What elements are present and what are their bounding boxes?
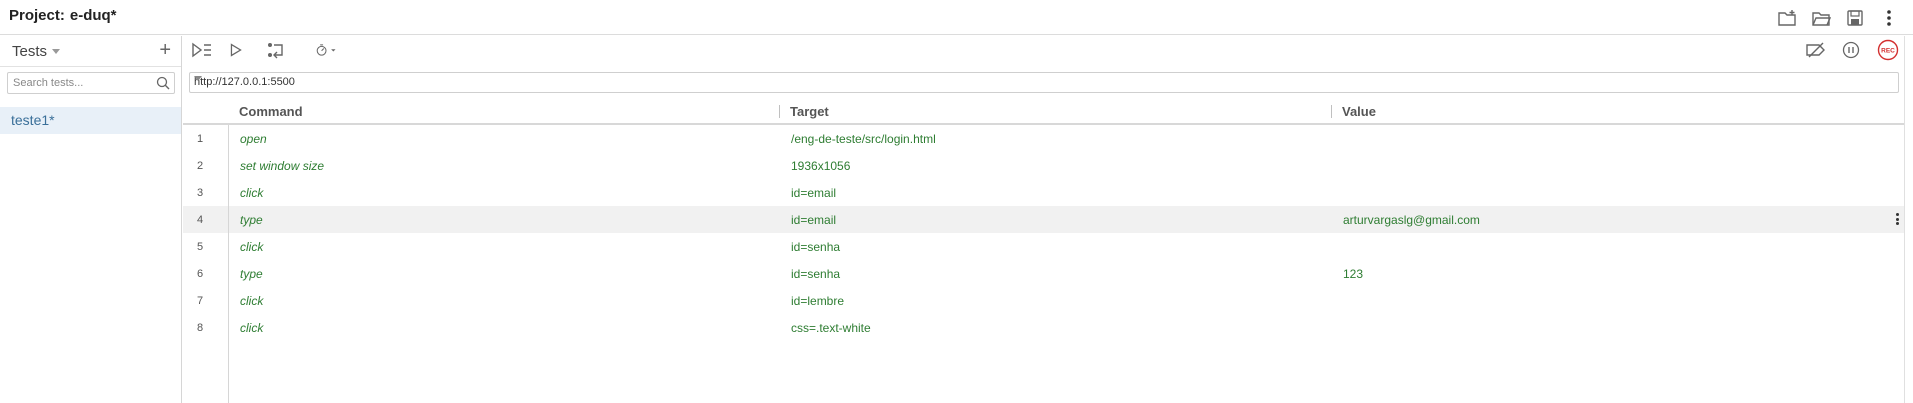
table-body: 1 open/eng-de-teste/src/login.html 2 set wi… (183, 125, 1905, 341)
save-icon[interactable] (1841, 5, 1869, 31)
command-cell[interactable]: open (240, 132, 267, 146)
speed-icon[interactable] (310, 39, 342, 61)
test-list-item[interactable]: teste1* (0, 107, 181, 134)
table-row[interactable]: 7 click id=lembre (183, 287, 1905, 314)
scrollbar[interactable] (1904, 36, 1913, 403)
row-number: 1 (197, 133, 204, 145)
step-icon[interactable] (266, 39, 288, 61)
target-cell[interactable]: 1936x1056 (791, 159, 850, 173)
disable-breakpoints-icon[interactable] (1804, 39, 1828, 61)
row-more-icon[interactable] (1893, 212, 1901, 227)
row-number: 4 (197, 214, 204, 226)
row-number: 8 (197, 322, 204, 334)
row-number: 3 (197, 187, 204, 199)
record-icon[interactable]: REC (1876, 39, 1900, 61)
column-header-target: Target (790, 104, 829, 119)
table-row[interactable]: 5 click id=senha (183, 233, 1905, 260)
command-cell[interactable]: type (240, 213, 263, 227)
column-header-value: Value (1342, 104, 1376, 119)
row-number: 6 (197, 268, 204, 280)
target-cell[interactable]: /eng-de-teste/src/login.html (791, 132, 936, 146)
commands-table: Command Target Value 1 open/eng-de-teste/… (183, 100, 1905, 341)
line-number-divider (228, 125, 229, 403)
table-row[interactable]: 1 open/eng-de-teste/src/login.html (183, 125, 1905, 152)
command-cell[interactable]: click (240, 240, 263, 254)
column-resize-handle[interactable] (1331, 105, 1332, 118)
more-vert-icon[interactable] (1875, 5, 1903, 31)
table-row[interactable]: 6 type id=senha 123 (183, 260, 1905, 287)
row-number: 7 (197, 295, 204, 307)
project-header: Project: e-duq* (0, 0, 1913, 35)
target-cell[interactable]: id=email (791, 213, 836, 227)
tests-sidebar: Tests + teste1* (0, 36, 182, 403)
table-row[interactable]: 8 click css=.text-white (183, 314, 1905, 341)
command-cell[interactable]: click (240, 321, 263, 335)
chevron-down-icon[interactable] (52, 49, 60, 54)
test-item-label: teste1* (11, 112, 55, 128)
command-cell[interactable]: set window size (240, 159, 324, 173)
target-cell[interactable]: css=.text-white (791, 321, 871, 335)
target-cell[interactable]: id=senha (791, 240, 840, 254)
run-all-icon[interactable] (190, 39, 214, 61)
command-cell[interactable]: type (240, 267, 263, 281)
search-tests-field[interactable] (7, 72, 175, 94)
base-url-value[interactable]: http://127.0.0.1:5500 (194, 76, 295, 88)
project-title: Project: e-duq* (9, 7, 117, 24)
pause-icon[interactable] (1840, 39, 1862, 61)
table-row[interactable]: 4 type id=email arturvargaslg@gmail.com (183, 206, 1905, 233)
column-resize-handle[interactable] (779, 105, 780, 118)
project-name[interactable]: e-duq* (70, 7, 117, 24)
table-row[interactable]: 3 click id=email (183, 179, 1905, 206)
value-cell[interactable]: 123 (1343, 267, 1363, 281)
search-icon[interactable] (155, 75, 171, 91)
open-folder-icon[interactable] (1807, 5, 1835, 31)
target-cell[interactable]: id=lembre (791, 294, 844, 308)
target-cell[interactable]: id=senha (791, 267, 840, 281)
project-label: Project: (9, 7, 65, 24)
chevron-down-icon[interactable] (194, 76, 202, 81)
base-url-field[interactable]: http://127.0.0.1:5500 (189, 72, 1899, 93)
command-cell[interactable]: click (240, 294, 263, 308)
tests-dropdown-label[interactable]: Tests (12, 43, 47, 60)
editor-panel: REC http://127.0.0.1:5500 Command Target… (183, 36, 1905, 403)
new-project-icon[interactable] (1773, 5, 1801, 31)
column-header-command: Command (239, 104, 303, 119)
run-current-icon[interactable] (226, 39, 246, 61)
row-number: 5 (197, 241, 204, 253)
command-cell[interactable]: click (240, 186, 263, 200)
record-label: REC (1881, 48, 1895, 55)
search-input[interactable] (8, 73, 148, 93)
value-cell[interactable]: arturvargaslg@gmail.com (1343, 213, 1480, 227)
table-row[interactable]: 2 set window size 1936x1056 (183, 152, 1905, 179)
toolbar: REC (183, 36, 1905, 64)
target-cell[interactable]: id=email (791, 186, 836, 200)
tests-header: Tests + (0, 36, 181, 67)
table-header: Command Target Value (183, 100, 1905, 125)
add-test-button[interactable]: + (159, 40, 171, 60)
row-number: 2 (197, 160, 204, 172)
